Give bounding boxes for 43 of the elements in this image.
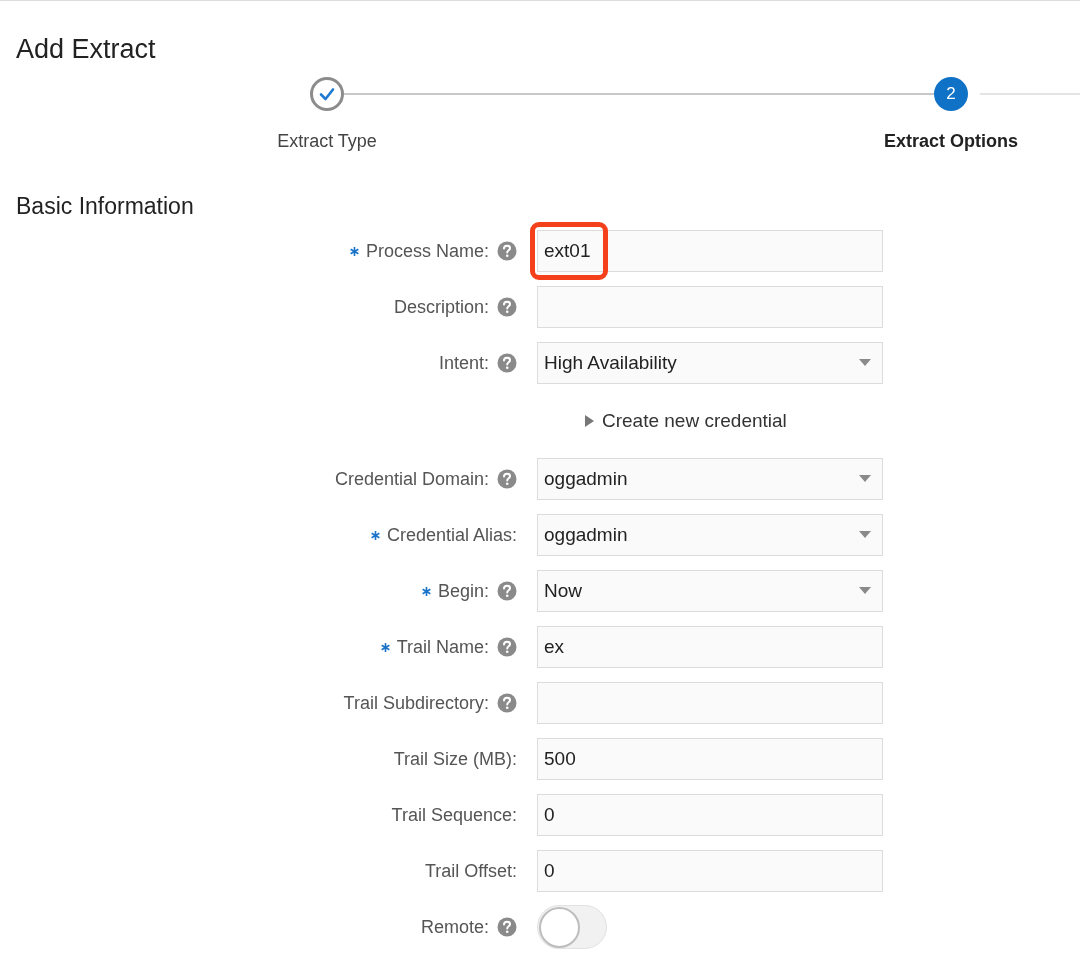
triangle-right-icon	[585, 414, 595, 428]
text-field[interactable]	[537, 286, 883, 328]
field-label: Trail Name:	[396, 635, 489, 659]
dropdown-caret-icon	[859, 359, 871, 367]
text-field[interactable]: 0	[537, 850, 883, 892]
help-icon[interactable]	[497, 637, 517, 657]
dropdown-caret-icon	[859, 475, 871, 483]
help-icon[interactable]	[497, 353, 517, 373]
text-field[interactable]	[537, 682, 883, 724]
field-label: Description:	[393, 295, 489, 319]
field-label: Intent:	[438, 351, 489, 375]
text-field[interactable]: 500	[537, 738, 883, 780]
field-label: Trail Subdirectory:	[343, 691, 489, 715]
field-label: Begin:	[437, 579, 489, 603]
help-icon[interactable]	[497, 241, 517, 261]
dropdown[interactable]: Now	[537, 570, 883, 612]
dropdown[interactable]: High Availability	[537, 342, 883, 384]
help-icon[interactable]	[497, 469, 517, 489]
section-title: Basic Information	[16, 192, 194, 221]
page-title: Add Extract	[16, 33, 156, 66]
step-label: Extract Options	[883, 130, 1019, 153]
step-number: 2	[934, 77, 968, 111]
help-icon[interactable]	[497, 581, 517, 601]
field-label: Credential Domain:	[334, 467, 489, 491]
toggle-switch[interactable]	[537, 905, 607, 949]
help-icon[interactable]	[497, 917, 517, 937]
field-label: Trail Size (MB):	[393, 747, 517, 771]
field-label: Trail Sequence:	[391, 803, 517, 827]
dropdown-caret-icon	[859, 531, 871, 539]
text-field[interactable]: ext01	[537, 230, 883, 272]
text-field[interactable]: 0	[537, 794, 883, 836]
field-label: Process Name:	[365, 239, 489, 263]
field-label: Remote:	[420, 915, 489, 939]
dropdown-caret-icon	[859, 587, 871, 595]
field-label: Trail Offset:	[424, 859, 517, 883]
step-label: Extract Type	[276, 130, 378, 153]
text-field[interactable]: ex	[537, 626, 883, 668]
create-credential-toggle[interactable]: Create new credential	[585, 406, 787, 436]
help-icon[interactable]	[497, 693, 517, 713]
dropdown[interactable]: oggadmin	[537, 514, 883, 556]
field-label: Credential Alias:	[386, 523, 517, 547]
help-icon[interactable]	[497, 297, 517, 317]
dropdown[interactable]: oggadmin	[537, 458, 883, 500]
